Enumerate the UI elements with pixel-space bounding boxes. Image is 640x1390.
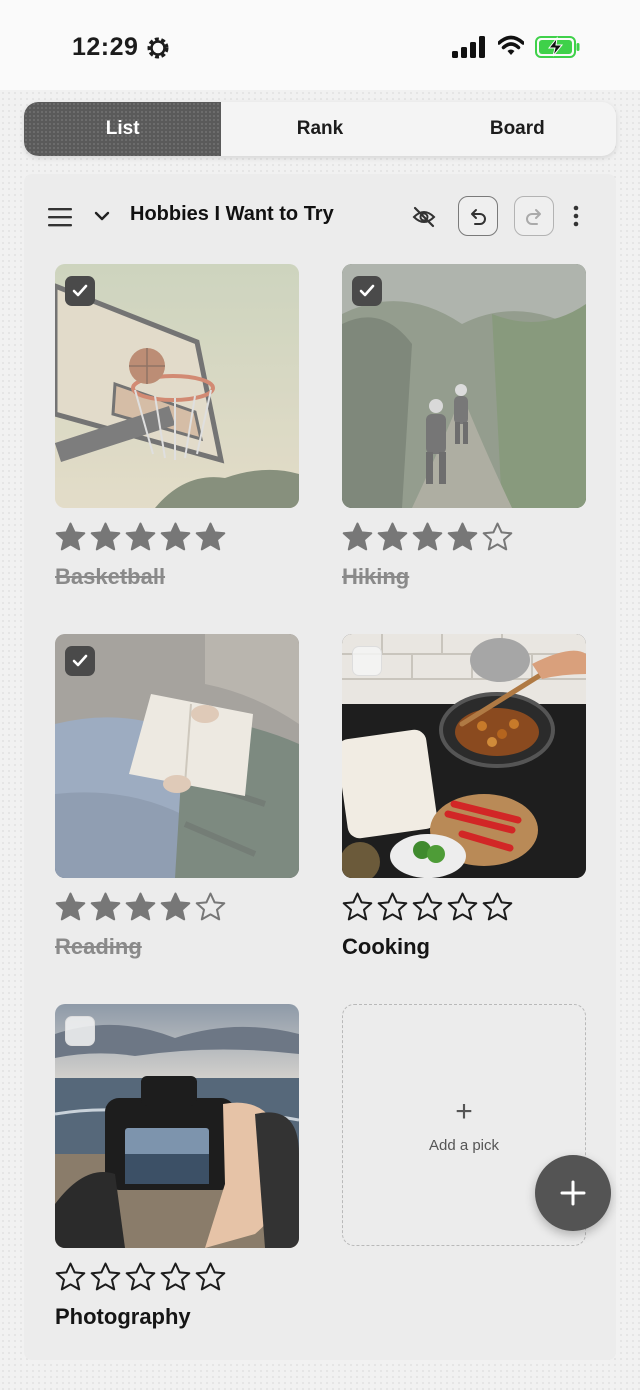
photo-reading[interactable] (55, 634, 299, 878)
star-rating[interactable] (55, 892, 299, 922)
star-empty-icon[interactable] (342, 892, 373, 922)
star-filled-icon[interactable] (90, 892, 121, 922)
star-filled-icon[interactable] (412, 522, 443, 552)
list-toolbar: Hobbies I Want to Try (24, 174, 616, 260)
add-fab-button[interactable] (535, 1155, 611, 1231)
pick-name: Basketball (55, 564, 166, 589)
photo-cooking[interactable] (342, 634, 586, 878)
chevron-down-icon[interactable] (94, 208, 110, 224)
undo-button[interactable] (458, 196, 498, 236)
star-empty-icon[interactable] (377, 892, 408, 922)
star-filled-icon[interactable] (55, 892, 86, 922)
tab-list[interactable]: List (24, 102, 222, 156)
star-filled-icon[interactable] (55, 522, 86, 552)
check-icon (359, 284, 375, 297)
completed-checkbox[interactable] (352, 646, 382, 676)
pick-name: Cooking (342, 934, 430, 959)
tab-rank[interactable]: Rank (221, 102, 418, 156)
status-bar: 12:29 (0, 0, 640, 90)
pick-card-hiking[interactable]: Hiking (342, 264, 586, 590)
star-empty-icon[interactable] (482, 522, 513, 552)
star-rating[interactable] (342, 522, 586, 552)
completed-checkbox[interactable] (352, 276, 382, 306)
gear-icon (147, 37, 169, 59)
list-title[interactable]: Hobbies I Want to Try (130, 203, 334, 226)
view-tabs: List Rank Board (24, 102, 616, 156)
wifi-icon (498, 35, 524, 55)
star-filled-icon[interactable] (342, 522, 373, 552)
plus-icon (560, 1180, 586, 1206)
pick-card-cooking[interactable]: Cooking (342, 634, 586, 960)
star-empty-icon[interactable] (125, 1262, 156, 1292)
check-icon (72, 654, 88, 667)
redo-button[interactable] (514, 196, 554, 236)
completed-checkbox[interactable] (65, 646, 95, 676)
pick-card-basketball[interactable]: Basketball (55, 264, 299, 590)
star-empty-icon[interactable] (195, 1262, 226, 1292)
battery-charging-icon (535, 36, 580, 58)
status-time: 12:29 (72, 33, 139, 61)
star-empty-icon[interactable] (412, 892, 443, 922)
tab-board[interactable]: Board (419, 102, 616, 156)
star-filled-icon[interactable] (125, 522, 156, 552)
star-empty-icon[interactable] (160, 1262, 191, 1292)
more-icon[interactable] (572, 204, 580, 228)
signal-icon (452, 36, 485, 58)
star-filled-icon[interactable] (160, 892, 191, 922)
completed-checkbox[interactable] (65, 276, 95, 306)
check-icon (72, 284, 88, 297)
star-filled-icon[interactable] (90, 522, 121, 552)
plus-icon: + (455, 1094, 473, 1128)
star-empty-icon[interactable] (482, 892, 513, 922)
star-filled-icon[interactable] (195, 522, 226, 552)
photo-photography[interactable] (55, 1004, 299, 1248)
star-filled-icon[interactable] (125, 892, 156, 922)
photo-basketball[interactable] (55, 264, 299, 508)
pick-name: Hiking (342, 564, 410, 589)
star-empty-icon[interactable] (90, 1262, 121, 1292)
star-rating[interactable] (55, 1262, 299, 1292)
star-rating[interactable] (342, 892, 586, 922)
completed-checkbox[interactable] (65, 1016, 95, 1046)
pick-name: Photography (55, 1304, 191, 1329)
redo-icon (526, 209, 541, 225)
add-pick-label: Add a pick (428, 1136, 500, 1154)
star-empty-icon[interactable] (195, 892, 226, 922)
star-filled-icon[interactable] (160, 522, 191, 552)
star-filled-icon[interactable] (377, 522, 408, 552)
pick-card-reading[interactable]: Reading (55, 634, 299, 960)
star-empty-icon[interactable] (447, 892, 478, 922)
star-rating[interactable] (55, 522, 299, 552)
star-empty-icon[interactable] (55, 1262, 86, 1292)
pick-name: Reading (55, 934, 142, 959)
undo-icon (471, 209, 486, 225)
photo-hiking[interactable] (342, 264, 586, 508)
hide-icon[interactable] (412, 205, 436, 229)
star-filled-icon[interactable] (447, 522, 478, 552)
pick-card-photography[interactable]: Photography (55, 1004, 299, 1330)
menu-icon[interactable] (48, 206, 72, 228)
